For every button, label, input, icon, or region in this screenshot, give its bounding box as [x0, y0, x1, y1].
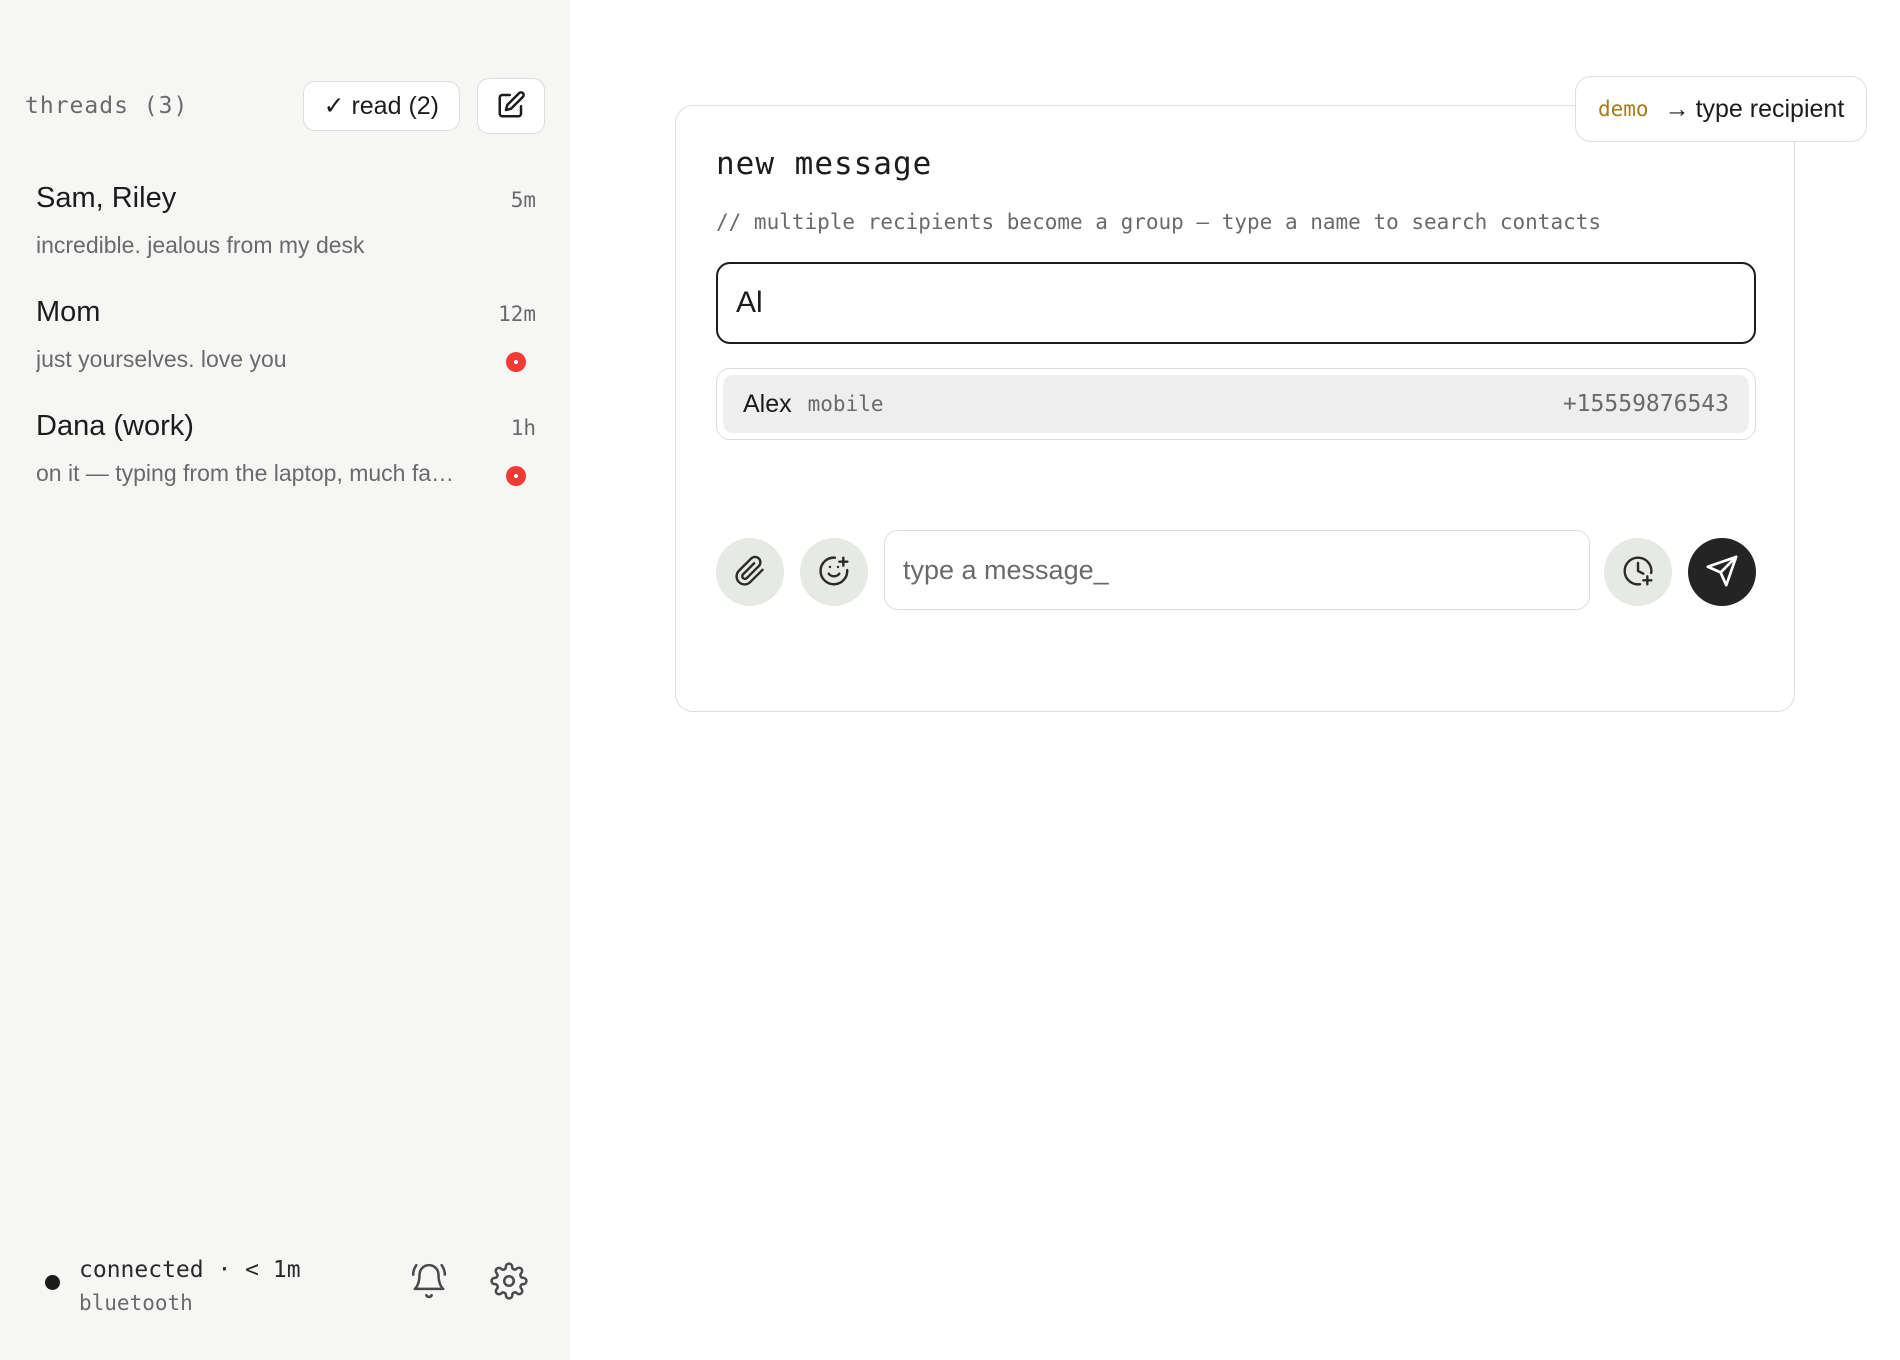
- settings-button[interactable]: [488, 1261, 530, 1303]
- attach-button[interactable]: [716, 538, 784, 606]
- contact-suggestions: Alex mobile +15559876543: [716, 368, 1756, 440]
- bell-icon: [410, 1262, 448, 1303]
- thread-preview: incredible. jealous from my desk: [36, 232, 365, 258]
- demo-hint: demo → type recipient: [1575, 76, 1868, 142]
- compose-icon: [496, 90, 526, 123]
- arrow-right-icon: →: [1664, 94, 1690, 123]
- demo-text: type recipient: [1695, 94, 1845, 123]
- emoji-add-icon: [818, 555, 850, 590]
- unread-indicator: [506, 352, 526, 372]
- thread-time: 1h: [510, 416, 536, 440]
- thread-item[interactable]: Dana (work) 1h on it — typing from the l…: [36, 410, 536, 524]
- paperclip-icon: [734, 555, 766, 590]
- card-title: new message: [716, 146, 933, 182]
- thread-list: Sam, Riley 5m incredible. jealous from m…: [36, 182, 536, 524]
- recipient-input[interactable]: [716, 262, 1756, 344]
- thread-name: Mom: [36, 296, 101, 328]
- connection-status: connected · < 1m: [79, 1257, 301, 1283]
- thread-time: 5m: [510, 188, 536, 212]
- thread-name: Dana (work): [36, 410, 194, 442]
- thread-time: 12m: [498, 302, 536, 326]
- demo-tag: demo: [1598, 97, 1649, 121]
- thread-name: Sam, Riley: [36, 182, 177, 214]
- unread-indicator: [506, 466, 526, 486]
- sidebar-footer: connected · < 1m bluetooth: [45, 1245, 540, 1315]
- threads-title: threads (3): [25, 93, 189, 119]
- connection-indicator: [45, 1275, 60, 1290]
- sidebar-header: threads (3) ✓ read (2): [25, 78, 545, 134]
- connection-type: bluetooth: [79, 1291, 193, 1315]
- thread-preview: just yourselves. love you: [36, 346, 287, 372]
- gear-icon: [490, 1261, 528, 1303]
- suggestion-item[interactable]: Alex mobile +15559876543: [723, 375, 1749, 433]
- notifications-button[interactable]: [408, 1261, 450, 1303]
- emoji-button[interactable]: [800, 538, 868, 606]
- send-button[interactable]: [1688, 538, 1756, 606]
- thread-preview: on it — typing from the laptop, much fas…: [36, 460, 456, 486]
- schedule-button[interactable]: [1604, 538, 1672, 606]
- sidebar: threads (3) ✓ read (2) Sam, Riley 5m inc…: [0, 0, 570, 1360]
- send-icon: [1705, 554, 1739, 591]
- clock-plus-icon: [1622, 555, 1654, 590]
- mark-read-button[interactable]: ✓ read (2): [302, 81, 460, 131]
- suggestion-number: +15559876543: [1562, 391, 1729, 417]
- suggestion-type: mobile: [807, 392, 884, 416]
- new-message-card: new message // multiple recipients becom…: [675, 105, 1795, 712]
- compose-button[interactable]: [477, 78, 545, 134]
- message-compose-row: [716, 530, 1756, 610]
- thread-item[interactable]: Sam, Riley 5m incredible. jealous from m…: [36, 182, 536, 296]
- thread-item[interactable]: Mom 12m just yourselves. love you: [36, 296, 536, 410]
- card-subtitle: // multiple recipients become a group — …: [716, 210, 1602, 234]
- message-input[interactable]: [884, 530, 1590, 610]
- suggestion-name: Alex: [743, 389, 792, 418]
